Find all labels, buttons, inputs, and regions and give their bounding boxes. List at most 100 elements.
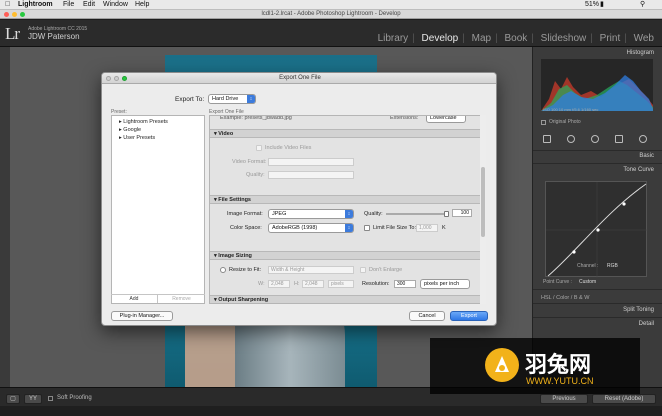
video-format-label: Video Format: [232,159,267,165]
preset-group-user[interactable]: ▸ User Presets [119,135,155,141]
color-space-label: Color Space: [230,225,262,231]
add-preset-button[interactable]: Add [111,294,158,303]
image-format-select[interactable]: JPEG ↕ [268,209,354,219]
split-toning-header[interactable]: Split Toning [623,307,654,313]
quality-slider[interactable] [386,213,448,215]
export-button[interactable]: Export [450,311,488,321]
image-sizing-section-header[interactable]: ▾ Image Sizing [210,251,480,260]
file-settings-section-header[interactable]: ▾ File Settings [210,195,480,204]
resize-to-fit-label: Resize to Fit: [229,267,262,273]
resolution-unit-value: pixels per inch [424,281,460,287]
histogram-header[interactable]: Histogram [627,50,654,56]
crop-tool-icon[interactable] [543,135,551,143]
tab-hsl[interactable]: HSL [541,295,552,301]
before-after-icon[interactable]: YY [24,394,42,404]
resize-to-fit-checkbox[interactable] [220,267,226,273]
dialog-minimize-icon[interactable] [114,76,119,81]
divider [533,317,662,318]
height-input[interactable]: 2,048 [302,280,324,288]
quality-input[interactable]: 100 [452,209,472,217]
section-title: Image Sizing [218,253,252,259]
right-panel: Histogram ISO 100 10 mm f/5.6 1/160 sec … [532,47,662,387]
module-book[interactable]: Book [504,33,527,44]
image-format-value: JPEG [272,211,287,217]
module-map[interactable]: Map [472,33,491,44]
tab-bw[interactable]: B & W [574,295,590,301]
channel-value[interactable]: RGB [607,263,618,269]
size-units-select[interactable]: pixels [328,280,354,288]
basic-header[interactable]: Basic [639,153,654,159]
dialog-close-icon[interactable] [106,76,111,81]
scrollbar-thumb[interactable] [481,167,485,237]
output-sharpening-section-header[interactable]: ▾ Output Sharpening [210,295,480,303]
point-curve-value[interactable]: Custom [579,279,596,285]
width-input[interactable]: 2,048 [268,280,290,288]
module-develop[interactable]: Develop [422,33,459,44]
quality-slider-knob[interactable] [444,211,449,217]
watermark: 羽兔网 WWW.YUTU.CN [430,338,640,394]
video-section-header[interactable]: ▾ Video [210,129,480,138]
preset-group-lightroom[interactable]: ▸ Lightroom Presets [119,119,168,125]
menu-help[interactable]: Help [135,1,149,9]
module-slideshow[interactable]: Slideshow [541,33,587,44]
original-photo-checkbox[interactable] [541,120,546,125]
module-library[interactable]: Library [378,33,409,44]
dont-enlarge-checkbox[interactable] [360,267,366,273]
soft-proofing-checkbox[interactable] [48,396,53,401]
original-photo-label: Original Photo [549,119,581,125]
resolution-input[interactable]: 300 [394,280,416,288]
image-format-label: Image Format: [227,211,263,217]
video-quality-label: Quality: [246,172,265,178]
preset-label: Lightroom Presets [123,119,168,125]
section-title: Output Sharpening [218,297,269,303]
module-print[interactable]: Print [600,33,621,44]
export-to-select[interactable]: Hard Drive ↕ [208,94,256,104]
previous-button[interactable]: Previous [540,394,588,404]
presets-list: ▸ Lightroom Presets ▸ Google ▸ User Pres… [111,115,205,304]
export-dialog: Export One File Export To: Hard Drive ↕ … [101,72,497,326]
spotlight-icon[interactable]: ⚲ [640,1,645,9]
apple-icon[interactable]:  [5,1,10,9]
remove-preset-button[interactable]: Remove [158,294,205,303]
color-space-select[interactable]: AdobeRGB (1998) ↕ [268,223,354,233]
limit-file-size-input[interactable]: 1,000 [416,224,438,232]
red-eye-icon[interactable] [591,135,599,143]
detail-header[interactable]: Detail [639,321,654,327]
export-settings-panel: Example: presets_jdwadd.jpg Extensions: … [209,115,485,304]
chevron-down-icon: ↕ [345,224,353,232]
tab-color[interactable]: Color [556,295,569,301]
resolution-unit-select[interactable]: pixels per inch [420,279,470,289]
battery-icon[interactable]: ▮ [600,1,604,9]
divider [533,150,662,151]
adjustment-brush-icon[interactable] [639,135,647,143]
video-quality-select[interactable] [268,171,354,179]
dialog-zoom-icon[interactable] [122,76,127,81]
preset-group-google[interactable]: ▸ Google [119,127,141,133]
reset-button[interactable]: Reset (Adobe) [592,394,656,404]
extensions-select[interactable]: Lowercase [426,116,466,123]
resolution-label: Resolution: [362,281,390,287]
include-video-checkbox[interactable] [256,145,262,151]
battery-percent: 51% [585,1,600,8]
limit-file-size-checkbox[interactable] [364,225,370,231]
menu-app[interactable]: Lightroom [18,1,53,9]
spot-removal-icon[interactable] [567,135,575,143]
settings-scrollbar[interactable] [480,115,486,304]
left-panel-collapsed[interactable] [0,47,10,387]
plugin-manager-button[interactable]: Plug-in Manager... [111,311,173,321]
chevron-down-icon: ↕ [247,95,255,103]
resize-mode-select[interactable]: Width & Height [268,266,354,274]
tone-curve-header[interactable]: Tone Curve [623,167,654,173]
video-format-select[interactable] [268,158,354,166]
watermark-url: WWW.YUTU.CN [526,376,594,386]
cancel-button[interactable]: Cancel [409,311,445,321]
menu-window[interactable]: Window [103,1,128,9]
watermark-name: 羽兔网 [525,353,592,378]
menu-edit[interactable]: Edit [83,1,95,9]
graduated-filter-icon[interactable] [615,135,623,143]
loupe-view-icon[interactable]: ▢ [6,394,20,404]
hsl-tabs: HSL / Color / B & W [541,295,590,301]
menu-file[interactable]: File [63,1,74,9]
point-curve-label: Point Curve : [543,279,572,285]
module-web[interactable]: Web [634,33,654,44]
